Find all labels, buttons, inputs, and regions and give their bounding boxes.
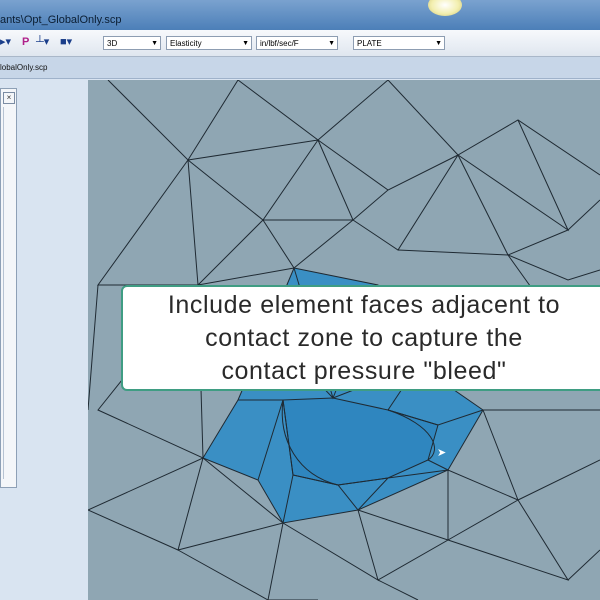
dropdown-arrow-icon: ▼ [328, 40, 335, 47]
close-icon[interactable]: × [3, 92, 15, 104]
instruction-callout: Include element faces adjacent to contac… [121, 285, 600, 391]
document-tab-strip: lobalOnly.scp [0, 57, 600, 79]
title-bar: ants\Opt_GlobalOnly.scp [0, 0, 600, 30]
pointer-icon[interactable]: P [22, 36, 29, 48]
document-tab[interactable]: lobalOnly.scp [0, 63, 47, 72]
mesh-tool-icon[interactable]: ▸▾ [0, 36, 11, 48]
units-select-value: in/lbf/sec/F [260, 39, 299, 48]
panel-scrollbar[interactable] [3, 107, 14, 479]
element-type-select[interactable]: PLATE ▼ [353, 36, 445, 50]
mouse-cursor-icon: ➤ [437, 447, 447, 459]
left-dock-panel: × [0, 88, 17, 488]
analysis-type-select-value: Elasticity [170, 39, 202, 48]
dropdown-arrow-icon: ▼ [151, 40, 158, 47]
callout-message: Include element faces adjacent to contac… [167, 290, 561, 385]
dropdown-arrow-icon: ▼ [435, 40, 442, 47]
analysis-type-select[interactable]: Elasticity ▼ [166, 36, 252, 50]
toolbar: ▸▾ P ┴▾ ■▾ 3D ▼ Elasticity ▼ in/lbf/sec/… [0, 30, 600, 57]
dimension-select[interactable]: 3D ▼ [103, 36, 161, 50]
pressure-icon[interactable]: ┴▾ [36, 36, 49, 48]
element-type-select-value: PLATE [357, 39, 382, 48]
highlight-orb-icon [428, 0, 462, 16]
dimension-select-value: 3D [107, 39, 118, 48]
view-icon[interactable]: ■▾ [60, 36, 72, 48]
dropdown-arrow-icon: ▼ [242, 40, 249, 47]
units-select[interactable]: in/lbf/sec/F ▼ [256, 36, 338, 50]
window-title: ants\Opt_GlobalOnly.scp [0, 14, 122, 26]
